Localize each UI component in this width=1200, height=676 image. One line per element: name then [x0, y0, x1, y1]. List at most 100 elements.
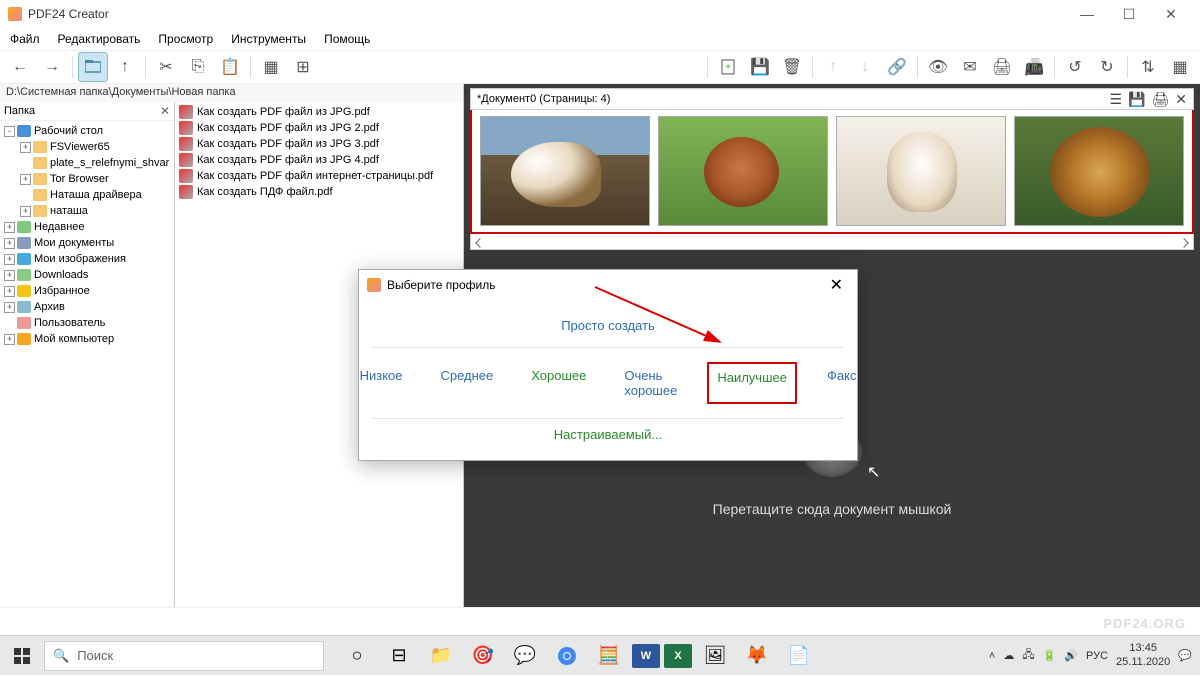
delete-icon[interactable]: 🗑: [777, 52, 807, 82]
tree-expand-icon[interactable]: +: [4, 334, 15, 345]
paste-icon[interactable]: 📋: [215, 52, 245, 82]
fax-icon[interactable]: 📠: [1019, 52, 1049, 82]
close-button[interactable]: ✕: [1150, 2, 1192, 26]
tree-item[interactable]: +Мой компьютер: [0, 331, 174, 347]
tree-expand-icon[interactable]: +: [20, 174, 31, 185]
file-item[interactable]: Как создать PDF файл из JPG 2.pdf: [175, 120, 463, 136]
tree-item[interactable]: +наташа: [0, 203, 174, 219]
rotate-right-icon[interactable]: ↻: [1092, 52, 1122, 82]
print-icon[interactable]: 🖨: [987, 52, 1017, 82]
pdf24-taskbar-icon[interactable]: 📄: [780, 638, 818, 674]
tree-expand-icon[interactable]: -: [4, 126, 15, 137]
quality-best[interactable]: Наилучшее: [707, 362, 797, 404]
app-icon-2[interactable]: 🖼: [696, 638, 734, 674]
dialog-close-icon[interactable]: ✕: [824, 275, 849, 295]
email-icon[interactable]: ✉: [955, 52, 985, 82]
menu-tools[interactable]: Инструменты: [231, 32, 306, 46]
quality-medium[interactable]: Среднее: [432, 362, 501, 404]
tray-onedrive-icon[interactable]: ☁: [1003, 649, 1014, 662]
tree-item[interactable]: +FSViewer65: [0, 139, 174, 155]
tree-item[interactable]: plate_s_relefnymi_shvar: [0, 155, 174, 171]
tree-item[interactable]: +Мои изображения: [0, 251, 174, 267]
sort-icon[interactable]: ⇅: [1133, 52, 1163, 82]
nav-up-icon[interactable]: ↑: [110, 52, 140, 82]
move-down-icon[interactable]: ↓: [850, 52, 880, 82]
menu-file[interactable]: Файл: [10, 32, 40, 46]
new-doc-icon[interactable]: +: [713, 52, 743, 82]
page-thumbnail[interactable]: [836, 116, 1006, 226]
move-up-icon[interactable]: ↑: [818, 52, 848, 82]
excel-icon[interactable]: X: [664, 644, 692, 668]
nav-back-icon[interactable]: ←: [5, 52, 35, 82]
tree-item[interactable]: +Tor Browser: [0, 171, 174, 187]
maximize-button[interactable]: ☐: [1108, 2, 1150, 26]
explorer-view-icon[interactable]: [78, 52, 108, 82]
tray-volume-icon[interactable]: 🔊: [1064, 649, 1078, 662]
menu-edit[interactable]: Редактировать: [58, 32, 141, 46]
quality-custom[interactable]: Настраиваемый...: [359, 419, 857, 450]
file-item[interactable]: Как создать PDF файл интернет-страницы.p…: [175, 168, 463, 184]
file-item[interactable]: Как создать ПДФ файл.pdf: [175, 184, 463, 200]
tree-expand-icon[interactable]: +: [4, 222, 15, 233]
tree-close-icon[interactable]: ✕: [160, 104, 170, 118]
tree-item[interactable]: Наташа драйвера: [0, 187, 174, 203]
tree-expand-icon[interactable]: [4, 318, 15, 329]
page-thumbnail[interactable]: [480, 116, 650, 226]
quality-very-good[interactable]: Очень хорошее: [616, 362, 685, 404]
link-icon[interactable]: 🔗: [882, 52, 912, 82]
nav-forward-icon[interactable]: →: [37, 52, 67, 82]
file-item[interactable]: Как создать PDF файл из JPG.pdf: [175, 104, 463, 120]
tray-clock[interactable]: 13:45 25.11.2020: [1116, 642, 1170, 668]
rotate-left-icon[interactable]: ↺: [1060, 52, 1090, 82]
start-button[interactable]: [0, 636, 44, 676]
chrome-icon[interactable]: [548, 638, 586, 674]
tree-expand-icon[interactable]: +: [4, 302, 15, 313]
tree-item[interactable]: +Мои документы: [0, 235, 174, 251]
tree-expand-icon[interactable]: +: [20, 142, 31, 153]
word-icon[interactable]: W: [632, 644, 660, 668]
doc-menu-icon[interactable]: ☰: [1109, 91, 1122, 108]
preview-icon[interactable]: 👁: [923, 52, 953, 82]
app-icon-1[interactable]: 🎯: [464, 638, 502, 674]
thumbnails-icon[interactable]: ▦: [1165, 52, 1195, 82]
grid-small-icon[interactable]: ▦: [256, 52, 286, 82]
explorer-icon[interactable]: 📁: [422, 638, 460, 674]
cortana-icon[interactable]: ○: [338, 638, 376, 674]
file-item[interactable]: Как создать PDF файл из JPG 4.pdf: [175, 152, 463, 168]
quality-fax[interactable]: Факс: [819, 362, 864, 404]
tray-network-icon[interactable]: 🖧: [1022, 646, 1034, 665]
tray-battery-icon[interactable]: 🔋: [1043, 649, 1057, 662]
file-item[interactable]: Как создать PDF файл из JPG 3.pdf: [175, 136, 463, 152]
tray-notifications-icon[interactable]: 💬: [1178, 649, 1192, 662]
tree-expand-icon[interactable]: [20, 190, 31, 201]
menu-view[interactable]: Просмотр: [158, 32, 213, 46]
tree-item[interactable]: +Downloads: [0, 267, 174, 283]
tree-expand-icon[interactable]: +: [20, 206, 31, 217]
calculator-icon[interactable]: 🧮: [590, 638, 628, 674]
tree-item[interactable]: -Рабочий стол: [0, 123, 174, 139]
tree-expand-icon[interactable]: +: [4, 254, 15, 265]
grid-large-icon[interactable]: ⊞: [288, 52, 318, 82]
page-thumbnail[interactable]: [1014, 116, 1184, 226]
tree-expand-icon[interactable]: +: [4, 286, 15, 297]
page-thumbnail[interactable]: [658, 116, 828, 226]
menu-help[interactable]: Помощь: [324, 32, 370, 46]
taskview-icon[interactable]: ⊟: [380, 638, 418, 674]
app-icon-3[interactable]: 🦊: [738, 638, 776, 674]
viber-icon[interactable]: 💬: [506, 638, 544, 674]
quality-good[interactable]: Хорошее: [523, 362, 594, 404]
just-create-button[interactable]: Просто создать: [373, 310, 843, 348]
tree-item[interactable]: +Недавнее: [0, 219, 174, 235]
tray-language[interactable]: РУС: [1086, 650, 1108, 662]
quality-low[interactable]: Низкое: [352, 362, 411, 404]
save-icon[interactable]: 💾: [745, 52, 775, 82]
thumbnails-scrollbar[interactable]: [470, 234, 1194, 250]
tree-expand-icon[interactable]: [20, 158, 31, 169]
cut-icon[interactable]: ✂: [151, 52, 181, 82]
tree-expand-icon[interactable]: +: [4, 238, 15, 249]
tree-item[interactable]: +Архив: [0, 299, 174, 315]
tree-item[interactable]: Пользователь: [0, 315, 174, 331]
minimize-button[interactable]: ―: [1066, 2, 1108, 26]
taskbar-search[interactable]: 🔍 Поиск: [44, 641, 324, 671]
tray-expand-icon[interactable]: ˄: [989, 650, 995, 662]
